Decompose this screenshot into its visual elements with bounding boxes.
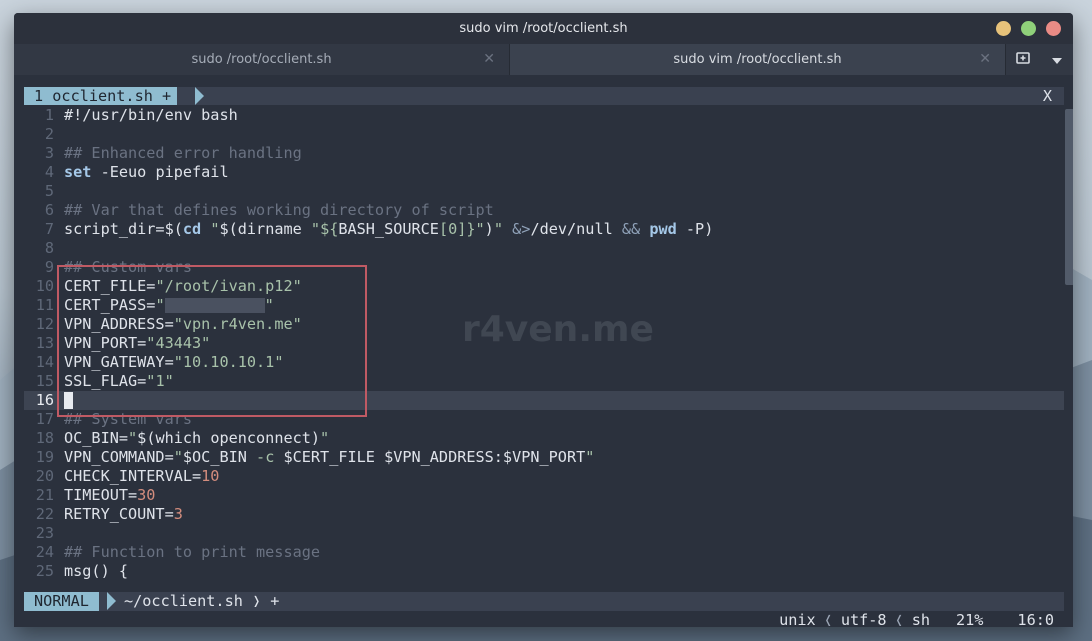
code-line[interactable]: 19 VPN_COMMAND="$OC_BIN -c $CERT_FILE $VP… (24, 448, 1064, 467)
line-text: script_dir=$(cd "$(dirname "${BASH_SOURC… (64, 220, 714, 238)
dropdown-icon[interactable] (1051, 50, 1063, 69)
line-number: 2 (44, 125, 54, 143)
scrollbar[interactable] (1065, 109, 1073, 285)
line-number: 6 (44, 201, 54, 219)
tab-label: sudo vim /root/occlient.sh (673, 52, 842, 67)
code-line[interactable]: 7 script_dir=$(cd "$(dirname "${BASH_SOUR… (24, 220, 1064, 239)
line-text: TIMEOUT=30 (64, 486, 156, 504)
line-number: 9 (44, 258, 54, 276)
code-line[interactable]: 5 (24, 182, 1064, 201)
code-line[interactable]: 22 RETRY_COUNT=3 (24, 505, 1064, 524)
buffer-tab[interactable]: 1 occlient.sh + (24, 87, 178, 105)
line-text: #!/usr/bin/env bash (64, 106, 238, 124)
close-tab-icon[interactable]: ✕ (483, 51, 495, 67)
file-encoding: utf-8 (840, 611, 887, 627)
terminal-window: sudo vim /root/occlient.sh sudo /root/oc… (14, 13, 1073, 627)
code-line[interactable]: 24 ## Function to print message (24, 543, 1064, 562)
line-text: msg() { (64, 562, 129, 580)
line-number: 1 (44, 106, 54, 124)
line-number: 3 (44, 144, 54, 162)
status-right: unix ❬ utf-8 ❬ sh 21% 16:0 (779, 611, 1054, 627)
code-line[interactable]: 6 ## Var that defines working directory o… (24, 201, 1064, 220)
line-number: 23 (35, 524, 54, 542)
code-line[interactable]: 8 (24, 239, 1064, 258)
line-number: 10 (35, 277, 54, 295)
tab-bar: sudo /root/occlient.sh ✕ sudo vim /root/… (14, 44, 1073, 75)
watermark: r4ven.me (462, 309, 654, 350)
window-titlebar[interactable]: sudo vim /root/occlient.sh (14, 13, 1073, 44)
tab-label: sudo /root/occlient.sh (191, 52, 332, 67)
line-number: 21 (35, 486, 54, 504)
line-text: VPN_COMMAND="$OC_BIN -c $CERT_FILE $VPN_… (64, 448, 595, 466)
line-number: 15 (35, 372, 54, 390)
line-text: ## Function to print message (64, 543, 321, 561)
line-number: 24 (35, 543, 54, 561)
line-number: 8 (44, 239, 54, 257)
vim-editor[interactable]: 1 occlient.sh + X 1 #!/usr/bin/env bash 2 3… (24, 85, 1073, 627)
line-number: 17 (35, 410, 54, 428)
line-number: 4 (44, 163, 54, 181)
window-title: sudo vim /root/occlient.sh (459, 21, 628, 36)
code-line[interactable]: 1 #!/usr/bin/env bash (24, 106, 1064, 125)
line-number: 19 (35, 448, 54, 466)
file-type: sh (911, 611, 930, 627)
line-number: 13 (35, 334, 54, 352)
line-number: 14 (35, 353, 54, 371)
line-number: 25 (35, 562, 54, 580)
minimize-window-button[interactable] (1021, 21, 1036, 36)
tab-tools (1006, 44, 1073, 75)
status-filename: ~/occlient.sh ❭ + (124, 592, 280, 610)
line-text: ## Enhanced error handling (64, 144, 302, 162)
close-tab-icon[interactable]: ✕ (979, 51, 991, 67)
line-number: 20 (35, 467, 54, 485)
maximize-window-button[interactable] (1046, 21, 1061, 36)
code-line[interactable]: 25 msg() { (24, 562, 1064, 581)
line-number: 18 (35, 429, 54, 447)
buffer-tab-arrow (195, 87, 204, 105)
code-line[interactable]: 21 TIMEOUT=30 (24, 486, 1064, 505)
line-number: 11 (35, 296, 54, 314)
window-controls (996, 21, 1061, 36)
buffer-close-button[interactable]: X (1043, 87, 1052, 105)
file-format: unix (779, 611, 816, 627)
line-number: 7 (44, 220, 54, 238)
mode-indicator: NORMAL (24, 592, 99, 611)
code-line[interactable]: 4 set -Eeuo pipefail (24, 163, 1064, 182)
line-text: RETRY_COUNT=3 (64, 505, 183, 523)
line-number: 5 (44, 182, 54, 200)
new-tab-icon[interactable] (1016, 50, 1031, 69)
tab-occlient-vim[interactable]: sudo vim /root/occlient.sh ✕ (510, 44, 1006, 75)
cursor-position: 16:0 (1017, 611, 1054, 627)
mode-arrow (107, 592, 116, 610)
vim-statusline: NORMAL ~/occlient.sh ❭ + unix ❬ utf-8 ❬ sh 21… (24, 592, 1064, 627)
tab-occlient-shell[interactable]: sudo /root/occlient.sh ✕ (14, 44, 510, 75)
code-line[interactable]: 20 CHECK_INTERVAL=10 (24, 467, 1064, 486)
line-text: OC_BIN="$(which openconnect)" (64, 429, 330, 447)
code-line[interactable]: 2 (24, 125, 1064, 144)
line-number: 22 (35, 505, 54, 523)
line-number: 12 (35, 315, 54, 333)
code-line[interactable]: 18 OC_BIN="$(which openconnect)" (24, 429, 1064, 448)
line-text: ## Var that defines working directory of… (64, 201, 494, 219)
line-number: 16 (35, 391, 54, 409)
close-window-button[interactable] (996, 21, 1011, 36)
line-text: CHECK_INTERVAL=10 (64, 467, 220, 485)
scroll-percent: 21% (955, 611, 984, 627)
code-line[interactable]: 23 (24, 524, 1064, 543)
line-text: set -Eeuo pipefail (64, 163, 229, 181)
custom-vars-highlight-box (57, 265, 367, 417)
vim-bufferline: 1 occlient.sh + X (24, 87, 1064, 105)
code-line[interactable]: 3 ## Enhanced error handling (24, 144, 1064, 163)
